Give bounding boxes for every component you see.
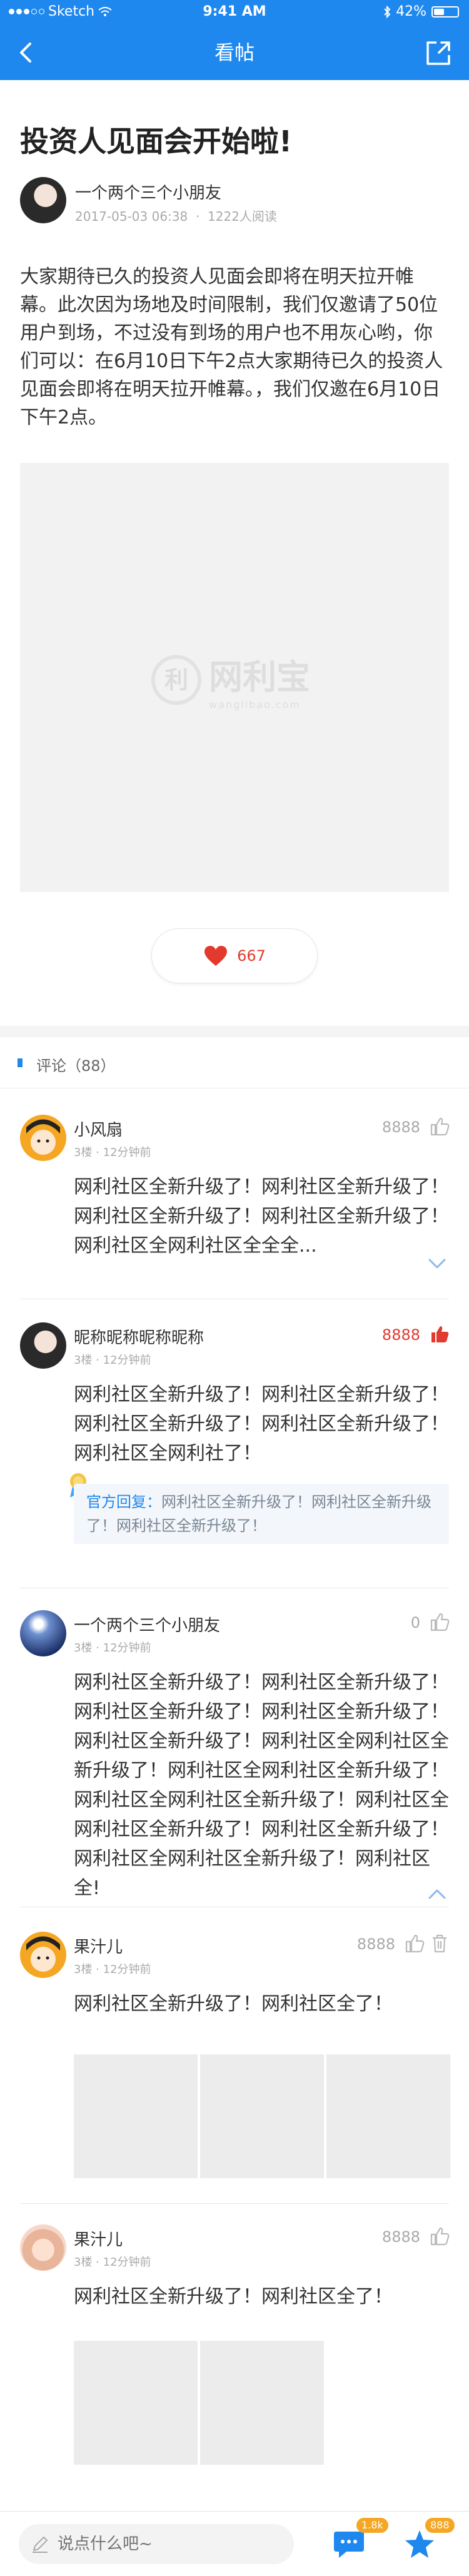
comment-time: 12分钟前	[103, 1963, 151, 1976]
comment-time: 12分钟前	[103, 2256, 151, 2269]
star-icon[interactable]	[404, 2529, 435, 2559]
commenter-avatar[interactable]	[20, 2224, 66, 2271]
official-reply: 官方回复：网利社区全新升级了！网利社区全新升级了！网利社区全新升级了！	[74, 1484, 449, 1544]
comment-image[interactable]	[200, 2341, 324, 2465]
comment-meta: 3楼 · 12分钟前	[74, 1641, 151, 1655]
comment-text: 网利社区全新升级了！网利社区全新升级了！网利社区全新升级了！网利社区全新升级了！…	[74, 1384, 449, 1464]
post-reads: 1222人阅读	[208, 209, 277, 224]
like-count: 667	[237, 947, 266, 965]
battery-percent: 42%	[396, 4, 426, 19]
commenter-avatar[interactable]	[20, 1115, 66, 1161]
nav-bar: 看帖	[0, 25, 469, 80]
comment-like-count: 8888	[381, 1118, 420, 1136]
comment-floor: 3楼	[74, 1146, 93, 1159]
author-avatar[interactable]	[20, 177, 66, 223]
cartoon-face-icon	[26, 1119, 60, 1155]
comment-input[interactable]	[56, 2524, 288, 2564]
watermark-domain: wanglibao.com	[209, 699, 301, 711]
thumbs-up-icon[interactable]	[429, 1116, 450, 1137]
post-date: 2017-05-03 06:38	[75, 209, 188, 224]
comment-image[interactable]	[74, 2341, 198, 2465]
like-button[interactable]: 667	[151, 928, 318, 983]
header-accent	[18, 1058, 23, 1067]
heart-icon	[204, 946, 228, 966]
comment-time: 12分钟前	[103, 1354, 151, 1367]
comment-floor: 3楼	[74, 2256, 93, 2269]
comment-floor: 3楼	[74, 1641, 93, 1655]
bluetooth-icon	[384, 5, 391, 18]
post-title: 投资人见面会开始啦!	[20, 124, 292, 158]
cartoon-face-icon	[26, 1936, 60, 1972]
comment-meta: 3楼 · 12分钟前	[74, 2256, 151, 2269]
chevron-up-icon[interactable]	[428, 1888, 446, 1900]
comment-text: 网利社区全新升级了！网利社区全新升级了！网利社区全新升级了！网利社区全新升级了！…	[74, 1671, 449, 1899]
comment-input-box[interactable]	[19, 2524, 294, 2564]
comment-text: 网利社区全新升级了！网利社区全了！	[74, 2286, 393, 2308]
comment-meta: 3楼 · 12分钟前	[74, 1146, 151, 1159]
commenter-avatar[interactable]	[20, 1610, 66, 1656]
pen-icon	[33, 2537, 48, 2553]
commenter-name[interactable]: 小风扇	[74, 1117, 123, 1140]
comments-count-label: 评论（88）	[36, 1057, 116, 1075]
chevron-down-icon[interactable]	[428, 1257, 446, 1270]
status-bar: Sketch 9:41 AM 42%	[0, 0, 469, 25]
battery-icon	[431, 6, 459, 18]
post-meta: 2017-05-03 06:38 · 1222人阅读	[75, 206, 277, 225]
meta-separator: ·	[191, 209, 204, 224]
author-name[interactable]: 一个两个三个小朋友	[75, 180, 221, 203]
thumbs-up-icon[interactable]	[429, 1611, 450, 1633]
comment-meta: 3楼 · 12分钟前	[74, 1963, 151, 1976]
thumbs-up-filled-icon[interactable]	[429, 1324, 450, 1345]
comment-floor: 3楼	[74, 1354, 93, 1367]
comment-like-count: 8888	[356, 1935, 395, 1953]
image-grid	[74, 2054, 450, 2178]
trash-icon[interactable]	[429, 1933, 450, 1954]
image-grid	[74, 2341, 324, 2465]
commenter-avatar[interactable]	[20, 1932, 66, 1978]
comment-text: 网利社区全新升级了！网利社区全新升级了！网利社区全新升级了！网利社区全新升级了！…	[74, 1176, 449, 1257]
commenter-name[interactable]: 果汁儿	[74, 2227, 123, 2250]
watermark-logo: 利 网利宝 wanglibao.com	[151, 649, 310, 711]
comment-count-badge: 1.8k	[356, 2518, 388, 2533]
commenter-name[interactable]: 一个两个三个小朋友	[74, 1613, 220, 1636]
comment-like-count: 0	[410, 1614, 420, 1631]
watermark-mark: 利	[151, 655, 201, 705]
comment-image[interactable]	[200, 2054, 324, 2178]
post-image[interactable]: 利 网利宝 wanglibao.com	[20, 463, 449, 892]
comment-like-count: 8888	[381, 1326, 420, 1344]
comment-text: 网利社区全新升级了！网利社区全了！	[74, 1993, 393, 2015]
watermark-name: 网利宝	[209, 657, 310, 697]
comment-image[interactable]	[74, 2054, 198, 2178]
commenter-avatar[interactable]	[20, 1322, 66, 1369]
commenter-name[interactable]: 昵称昵称昵称昵称	[74, 1325, 204, 1348]
section-divider	[0, 1026, 469, 1037]
thumbs-up-icon[interactable]	[404, 1933, 425, 1954]
official-reply-label: 官方回复：	[86, 1493, 161, 1511]
thumbs-up-icon[interactable]	[429, 2226, 450, 2247]
comment-time: 12分钟前	[103, 1641, 151, 1655]
share-icon[interactable]	[424, 39, 453, 68]
comments-header: 评论（88）	[0, 1037, 469, 1088]
comment-icon[interactable]	[333, 2529, 365, 2559]
post-body: 大家期待已久的投资人见面会即将在明天拉开帷幕。此次因为场地及时间限制，我们仅邀请…	[20, 266, 443, 428]
comment-floor: 3楼	[74, 1963, 93, 1976]
comment-image[interactable]	[326, 2054, 450, 2178]
favorite-count-badge: 888	[425, 2518, 455, 2533]
divider	[20, 2203, 449, 2204]
commenter-name[interactable]: 果汁儿	[74, 1934, 123, 1957]
comment-time: 12分钟前	[103, 1146, 151, 1159]
comment-like-count: 8888	[381, 2228, 420, 2246]
page-title: 看帖	[214, 41, 255, 64]
bottom-bar: 1.8k 888	[0, 2511, 469, 2576]
comment-meta: 3楼 · 12分钟前	[74, 1354, 151, 1367]
